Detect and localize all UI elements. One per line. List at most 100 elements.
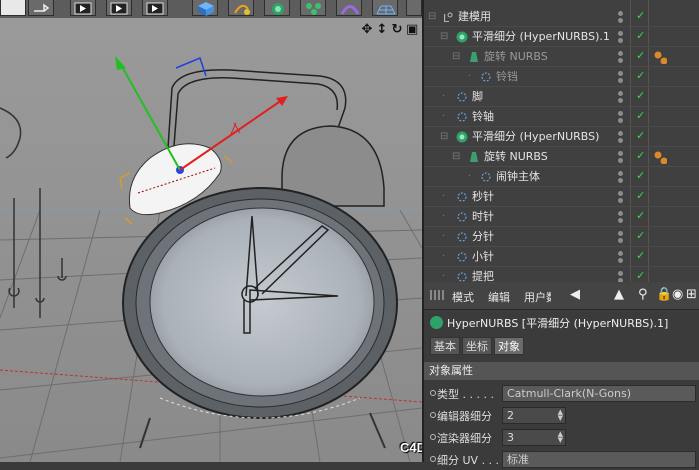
object-label: 铃轴 [472, 110, 494, 123]
spinner-icon[interactable]: ▲ ▼ [558, 409, 563, 422]
object-row[interactable]: ⊟ 旋转 NURBS ✓ [424, 47, 699, 67]
null-object-icon: L [442, 11, 454, 25]
visibility-dots[interactable] [618, 191, 626, 205]
render-view-button[interactable] [70, 0, 96, 16]
object-row[interactable]: · 提把 ✓ [424, 267, 699, 282]
object-row[interactable]: · 脚 ✓ [424, 87, 699, 107]
floor-grid-icon [376, 5, 396, 15]
object-row[interactable]: · 时针 ✓ [424, 207, 699, 227]
object-row[interactable]: · 小针 ✓ [424, 247, 699, 267]
object-row[interactable]: · 铃轴 ✓ [424, 107, 699, 127]
visibility-dots[interactable] [618, 31, 626, 45]
object-row[interactable]: · 闹钟主体 ✓ [424, 167, 699, 187]
visibility-dots[interactable] [618, 131, 626, 145]
enabled-check-icon[interactable]: ✓ [636, 169, 645, 182]
object-row[interactable]: ⊟ 平滑细分 (HyperNURBS).1 ✓ [424, 27, 699, 47]
hypernurbs-icon [430, 316, 443, 329]
hypernurbs-icon [456, 31, 468, 43]
maximize-icon[interactable]: ▣ [406, 22, 418, 37]
attribute-tabs: 基本 坐标 对象 [430, 337, 524, 355]
enabled-check-icon[interactable]: ✓ [636, 269, 645, 282]
spline-icon [456, 191, 468, 203]
spline-icon [456, 251, 468, 263]
spline-pen-button[interactable] [228, 0, 254, 16]
menu-user-data[interactable]: 用户数 [524, 289, 551, 305]
pen-icon [234, 4, 250, 15]
enabled-check-icon[interactable]: ✓ [636, 109, 645, 122]
visibility-dots[interactable] [618, 91, 626, 105]
spinner-icon[interactable]: ▲ ▼ [558, 431, 563, 444]
deformer-button[interactable] [336, 0, 362, 16]
type-dropdown[interactable]: Catmull-Clark(N-Gons) [502, 385, 696, 402]
enabled-check-icon[interactable]: ✓ [636, 89, 645, 102]
redo-button[interactable] [28, 0, 54, 16]
animate-dot-icon[interactable] [430, 434, 436, 440]
undo-button[interactable] [0, 0, 26, 16]
nurbs-button[interactable] [264, 0, 290, 16]
up-arrow-icon[interactable]: ▲ [614, 287, 624, 302]
editor-subdivision-input[interactable]: 2 ▲ ▼ [502, 407, 566, 424]
object-label: 铃铛 [496, 70, 518, 83]
enabled-check-icon[interactable]: ✓ [636, 189, 645, 202]
light-button[interactable] [406, 0, 422, 16]
spline-icon [480, 71, 492, 83]
enabled-check-icon[interactable]: ✓ [636, 229, 645, 242]
render-subdivision-input[interactable]: 3 ▲ ▼ [502, 429, 566, 446]
visibility-dots[interactable] [618, 171, 626, 185]
animate-dot-icon[interactable] [430, 412, 436, 418]
object-row[interactable]: ⊟ 旋转 NURBS ✓ [424, 147, 699, 167]
material-tags-icon[interactable] [653, 150, 668, 165]
main-toolbar [0, 0, 422, 19]
visibility-dots[interactable] [618, 231, 626, 245]
enabled-check-icon[interactable]: ✓ [636, 209, 645, 222]
visibility-dots[interactable] [618, 111, 626, 125]
menu-edit[interactable]: 编辑 [488, 289, 510, 305]
rotate-icon[interactable]: ↻ [391, 22, 403, 37]
expand-icon[interactable]: ⊞ [686, 287, 697, 302]
new-panel-icon[interactable]: ◉ [672, 287, 683, 302]
render-picture-icon [110, 2, 128, 15]
floor-button[interactable] [372, 0, 398, 16]
visibility-dots[interactable] [618, 71, 626, 85]
visibility-dots[interactable] [618, 211, 626, 225]
object-label: 脚 [472, 90, 483, 103]
object-row[interactable]: · 铃铛 ✓ [424, 67, 699, 87]
object-row[interactable]: ⊟ L 建模用 ✓ [424, 7, 699, 27]
enabled-check-icon[interactable]: ✓ [636, 149, 645, 162]
enabled-check-icon[interactable]: ✓ [636, 9, 645, 22]
cube-icon [198, 2, 214, 16]
tab-coordinates[interactable]: 坐标 [462, 337, 492, 355]
render-settings-button[interactable] [142, 0, 168, 16]
render-picture-button[interactable] [106, 0, 132, 16]
material-tags-icon[interactable] [653, 50, 668, 65]
enabled-check-icon[interactable]: ✓ [636, 129, 645, 142]
visibility-dots[interactable] [618, 51, 626, 65]
pan-icon[interactable]: ↕ [376, 22, 388, 37]
visibility-dots[interactable] [618, 271, 626, 282]
tab-basic[interactable]: 基本 [430, 337, 460, 355]
visibility-dots[interactable] [618, 251, 626, 265]
uv-dropdown[interactable]: 标准 [502, 451, 696, 468]
move-icon[interactable]: ✥ [361, 22, 373, 37]
enabled-check-icon[interactable]: ✓ [636, 69, 645, 82]
animate-dot-icon[interactable] [430, 390, 436, 396]
visibility-dots[interactable] [618, 11, 626, 25]
menu-mode[interactable]: 模式 [452, 289, 474, 305]
object-row[interactable]: · 秒针 ✓ [424, 187, 699, 207]
enabled-check-icon[interactable]: ✓ [636, 29, 645, 42]
array-button[interactable] [300, 0, 326, 16]
panel-grip-icon[interactable] [430, 290, 444, 300]
redo-icon [34, 3, 50, 12]
visibility-dots[interactable] [618, 151, 626, 165]
object-row[interactable]: ⊟ 平滑细分 (HyperNURBS) ✓ [424, 127, 699, 147]
lock-icon[interactable]: 🔒 [656, 287, 672, 302]
back-arrow-icon[interactable]: ◀ [570, 287, 580, 302]
perspective-viewport[interactable]: ✥ ↕ ↻ ▣ C4D吧 【www.linecg.com/tieba/1799】 [0, 18, 422, 462]
enabled-check-icon[interactable]: ✓ [636, 249, 645, 262]
tab-object[interactable]: 对象 [494, 337, 524, 355]
object-row[interactable]: · 分针 ✓ [424, 227, 699, 247]
enabled-check-icon[interactable]: ✓ [636, 49, 645, 62]
search-icon[interactable]: ⚲ [638, 287, 648, 302]
cube-button[interactable] [192, 0, 218, 16]
animate-dot-icon[interactable] [430, 456, 436, 462]
